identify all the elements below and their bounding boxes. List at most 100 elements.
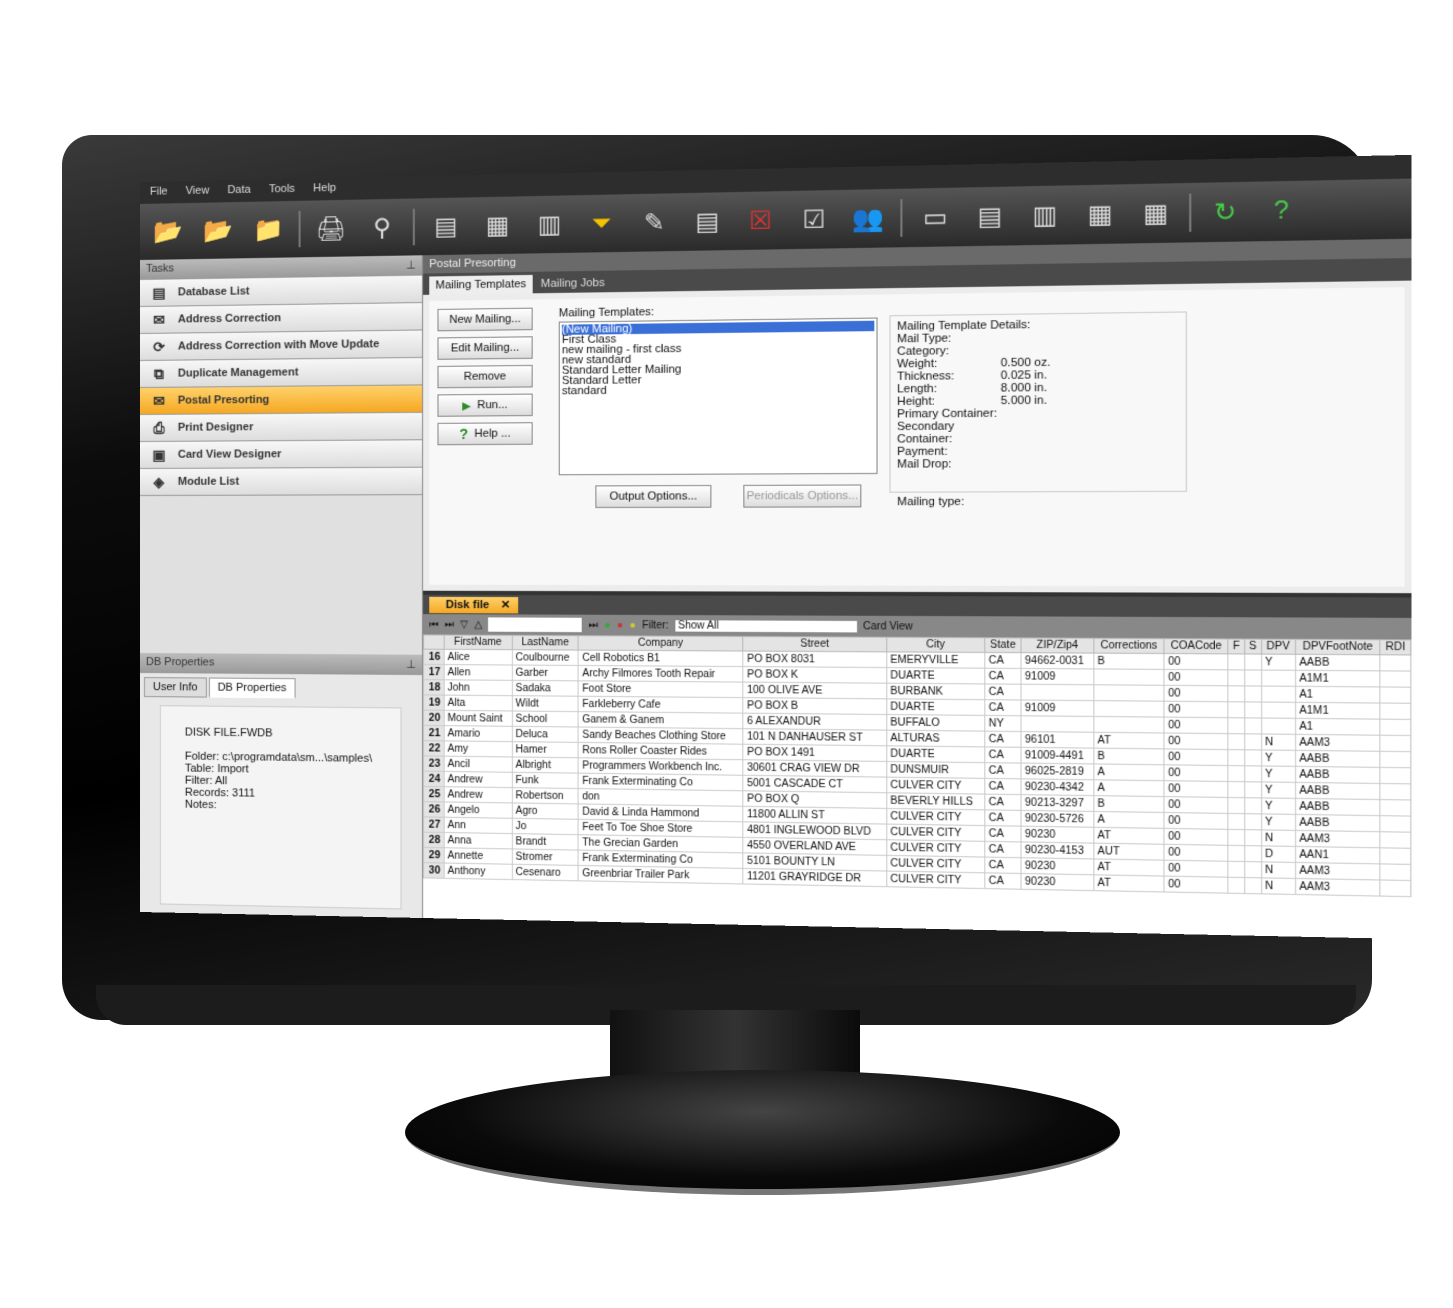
table-cell: School <box>511 710 579 727</box>
table-cell: Ganem & Ganem <box>578 711 744 729</box>
table-cell <box>1244 813 1262 830</box>
run-button[interactable]: ▶ Run... <box>437 393 533 417</box>
templates-list[interactable]: (New Mailing) First Class new mailing - fi… <box>558 317 878 476</box>
menu-help[interactable]: Help <box>313 182 336 197</box>
checklist-icon[interactable]: ☑ <box>792 198 835 240</box>
tab-mailing-jobs[interactable]: Mailing Jobs <box>535 274 611 294</box>
close-icon[interactable]: ✕ <box>501 599 511 611</box>
edit-mailing-button[interactable]: Edit Mailing... <box>437 336 533 360</box>
table-cell <box>1228 797 1245 814</box>
go-icon[interactable]: ⏭ <box>588 619 597 630</box>
tab-mailing-templates[interactable]: Mailing Templates <box>429 274 533 295</box>
card-view-button[interactable]: Card View <box>863 620 913 632</box>
folder-icon[interactable]: 📁 <box>248 209 288 250</box>
output-options-button[interactable]: Output Options... <box>595 484 712 508</box>
table-cell <box>1244 797 1262 814</box>
green-status-icon[interactable]: ● <box>604 619 610 630</box>
columns-icon[interactable]: ▥ <box>529 204 571 246</box>
column-header[interactable]: Corrections <box>1093 638 1165 654</box>
table-cell <box>1244 861 1262 878</box>
menu-tools[interactable]: Tools <box>269 183 295 198</box>
row-number: 18 <box>423 679 444 696</box>
database-icon[interactable]: ▤ <box>425 206 466 247</box>
refresh-icon[interactable]: ↻ <box>1203 190 1248 233</box>
layout-1-icon[interactable]: ▭ <box>913 196 957 239</box>
layout-4-icon[interactable]: ▦ <box>1078 193 1122 236</box>
menu-view[interactable]: View <box>186 185 210 200</box>
task-database-list[interactable]: ▤ Database List <box>140 275 423 307</box>
task-module-list[interactable]: ◈ Module List <box>140 467 423 496</box>
filter-icon[interactable]: ⏷ <box>581 203 623 245</box>
table-icon[interactable]: ▦ <box>477 205 518 247</box>
table-cell: PO BOX 8031 <box>743 651 887 668</box>
table-cell: CA <box>984 794 1022 811</box>
column-header[interactable]: DPVFootNote <box>1295 639 1381 655</box>
import-folder-icon[interactable]: 📂 <box>148 211 188 252</box>
new-mailing-button[interactable]: New Mailing... <box>437 307 533 332</box>
column-header[interactable]: Street <box>743 636 887 652</box>
column-header[interactable]: S <box>1244 639 1262 655</box>
table-cell: Ann <box>443 817 512 834</box>
column-header[interactable] <box>423 634 444 650</box>
column-header[interactable]: DPV <box>1261 639 1296 655</box>
column-header[interactable]: F <box>1228 638 1245 654</box>
table-cell <box>1244 765 1262 782</box>
last-record-icon[interactable]: ⏭ <box>445 619 454 630</box>
db-notes: Notes: <box>184 798 217 812</box>
tab-user-info[interactable]: User Info <box>143 677 207 698</box>
task-address-correction[interactable]: ✉ Address Correction <box>140 303 423 334</box>
task-address-correction-with-move-update[interactable]: ⟳ Address Correction with Move Update <box>140 330 423 361</box>
task-print-designer[interactable]: ⎙ Print Designer <box>140 412 423 442</box>
table-cell: Mount Saint <box>443 710 512 727</box>
table-cell <box>1244 829 1262 846</box>
help-button[interactable]: ? Help ... <box>437 422 533 446</box>
column-header[interactable]: City <box>886 637 985 653</box>
first-record-icon[interactable]: ⏮ <box>429 619 438 630</box>
layout-5-icon[interactable]: ▦ <box>1133 192 1178 235</box>
column-header[interactable]: FirstName <box>443 635 512 650</box>
task-postal-presorting[interactable]: ✉ Postal Presorting <box>140 385 423 415</box>
table-cell: Sadaka <box>511 680 579 697</box>
menu-data[interactable]: Data <box>227 184 250 199</box>
filter-select[interactable]: Show All <box>674 619 857 632</box>
users-icon[interactable]: 👥 <box>846 197 889 239</box>
table-cell: A <box>1093 763 1165 781</box>
table-cell: 30601 CRAG VIEW DR <box>743 759 887 778</box>
table-cell: CULVER CITY <box>886 824 985 842</box>
sort-down-icon[interactable]: ▽ <box>460 619 468 630</box>
menu-file[interactable]: File <box>150 185 168 199</box>
column-header[interactable]: State <box>984 637 1022 653</box>
table-cell <box>1021 715 1094 733</box>
task-duplicate-management[interactable]: ⧉ Duplicate Management <box>140 357 423 388</box>
table-cell: CA <box>984 731 1022 748</box>
print-icon[interactable]: 🖨 <box>311 208 352 249</box>
remove-button[interactable]: Remove <box>437 364 533 389</box>
help-icon[interactable]: ? <box>1259 189 1304 232</box>
edit-icon[interactable]: ✎ <box>633 202 675 244</box>
row-number: 17 <box>423 664 444 680</box>
row-number: 30 <box>423 862 444 879</box>
search-field[interactable] <box>488 617 583 633</box>
tab-db-properties[interactable]: DB Properties <box>208 677 296 699</box>
table-cell <box>1380 831 1411 849</box>
export-folder-icon[interactable]: 📂 <box>198 210 238 251</box>
column-header[interactable]: COACode <box>1164 638 1229 654</box>
table-cell: 11201 GRAYRIDGE DR <box>743 868 887 887</box>
column-header[interactable]: LastName <box>511 635 579 651</box>
column-header[interactable]: RDI <box>1380 639 1411 655</box>
notes-icon[interactable]: ▤ <box>686 200 728 242</box>
detail-row: Secondary Container: <box>897 419 1179 445</box>
pin-icon[interactable]: ⊥ <box>406 658 416 672</box>
layout-3-icon[interactable]: ▥ <box>1023 194 1067 237</box>
table-cell: CULVER CITY <box>886 871 985 889</box>
column-header[interactable]: ZIP/Zip4 <box>1021 637 1094 654</box>
task-card-view-designer[interactable]: ▣ Card View Designer <box>140 440 423 469</box>
column-header[interactable]: Company <box>578 635 744 652</box>
red-status-icon[interactable]: ● <box>617 619 623 630</box>
search-icon[interactable]: ⚲ <box>362 207 403 248</box>
yellow-status-icon[interactable]: ● <box>629 620 635 631</box>
delete-icon[interactable]: ☒ <box>739 199 782 241</box>
sort-up-icon[interactable]: △ <box>474 619 482 630</box>
pin-icon[interactable]: ⊥ <box>406 258 416 272</box>
layout-2-icon[interactable]: ▤ <box>968 195 1012 238</box>
